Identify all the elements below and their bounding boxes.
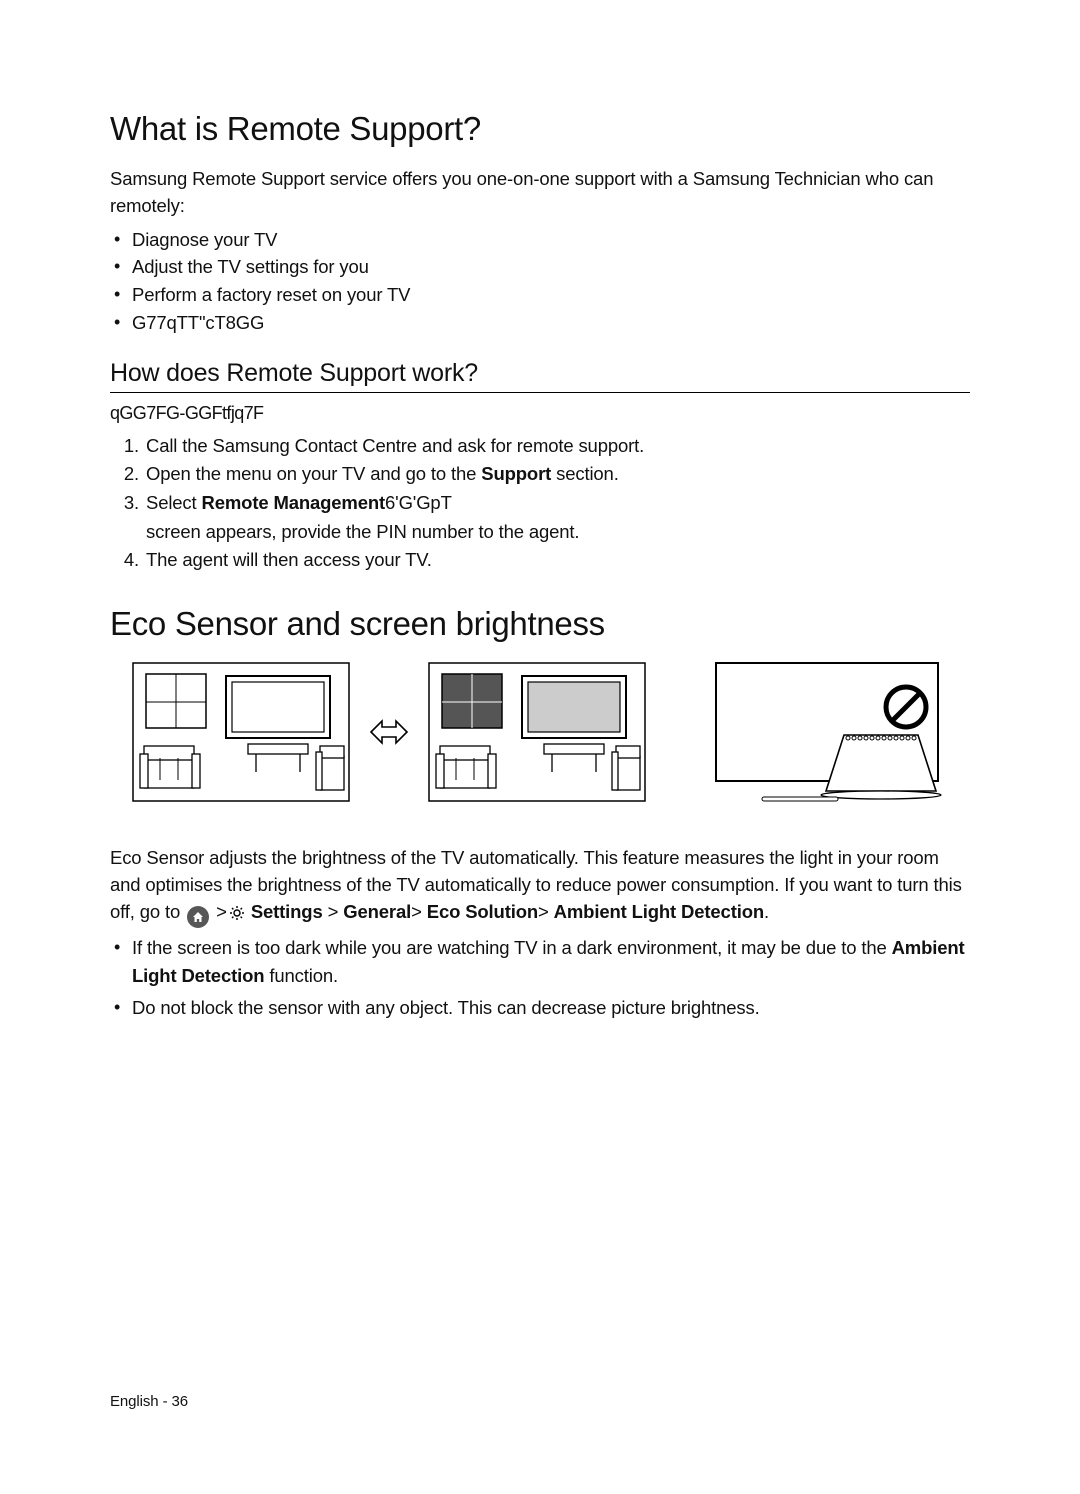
gear-icon: [229, 902, 245, 929]
heading-how-remote-works: How does Remote Support work?: [110, 359, 970, 393]
page-footer: English - 36: [110, 1393, 188, 1410]
note-text: function.: [264, 965, 338, 986]
list-item: Adjust the TV settings for you: [132, 253, 970, 281]
living-room-dim-illustration: [428, 662, 646, 802]
garbled-text: 6'G'GpT: [385, 492, 452, 513]
path-general: General: [343, 901, 411, 922]
note-text: If the screen is too dark while you are …: [132, 937, 892, 958]
step-bold: Remote Management: [202, 492, 386, 513]
step-text: Open the menu on your TV and go to the: [146, 463, 476, 484]
list-item: Do not block the sensor with any object.…: [132, 994, 970, 1022]
path-ambient-light: Ambient Light Detection: [554, 901, 764, 922]
list-item: Diagnose your TV: [132, 226, 970, 254]
step-text: section.: [551, 463, 619, 484]
step-bold: Support: [481, 463, 551, 484]
eco-notes-list: If the screen is too dark while you are …: [110, 934, 970, 1021]
step-item: Call the Samsung Contact Centre and ask …: [144, 432, 970, 461]
eco-description-paragraph: Eco Sensor adjusts the brightness of the…: [110, 845, 970, 928]
living-room-bright-illustration: [132, 662, 350, 802]
remote-capabilities-list: Diagnose your TV Adjust the TV settings …: [110, 226, 970, 337]
bidirectional-arrow-icon: [368, 717, 410, 747]
list-item: G77qTT"cT8GG: [132, 309, 970, 337]
step-text: screen appears, provide the PIN number t…: [146, 521, 579, 542]
intro-paragraph: Samsung Remote Support service offers yo…: [110, 166, 970, 220]
blocked-sensor-illustration: [710, 657, 950, 807]
illustration-row: [110, 657, 970, 807]
path-settings: Settings: [251, 901, 323, 922]
steps-list: Call the Samsung Contact Centre and ask …: [110, 432, 970, 575]
garbled-lead-text: qGG7FG-GGFtfjq7F: [110, 403, 970, 424]
step-text: Select: [146, 492, 202, 513]
heading-eco-sensor: Eco Sensor and screen brightness: [110, 605, 970, 643]
list-item: Perform a factory reset on your TV: [132, 281, 970, 309]
heading-remote-support: What is Remote Support?: [110, 110, 970, 148]
path-eco-solution: Eco Solution: [427, 901, 538, 922]
step-item: Select Remote Management6'G'GpT screen a…: [144, 489, 970, 546]
list-item: If the screen is too dark while you are …: [132, 934, 970, 990]
step-item: The agent will then access your TV.: [144, 546, 970, 575]
home-icon: [187, 906, 209, 928]
step-item: Open the menu on your TV and go to the S…: [144, 460, 970, 489]
